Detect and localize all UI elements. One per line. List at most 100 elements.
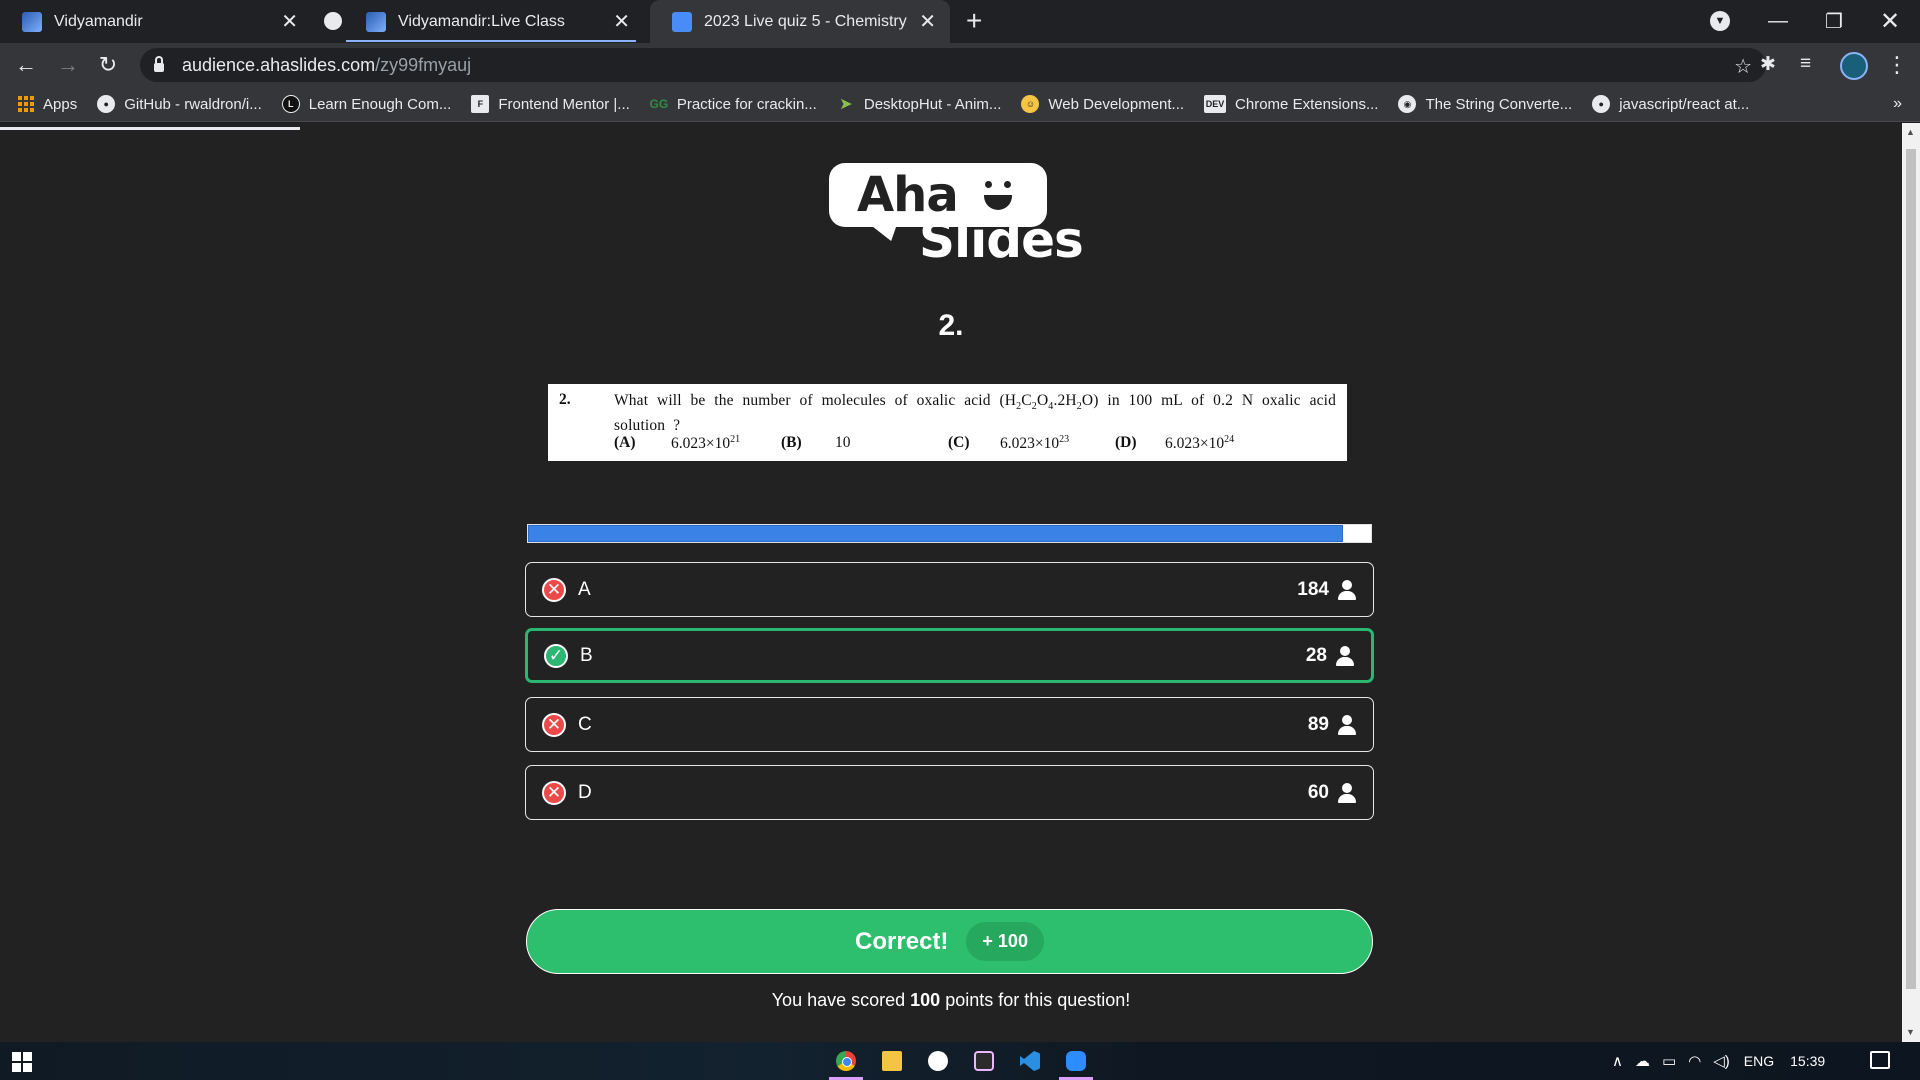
minimize-button[interactable]: — [1750,0,1806,43]
chrome-icon[interactable] [823,1042,869,1080]
option-exponent: 23 [1059,434,1070,445]
close-tab-icon[interactable]: ✕ [281,12,298,32]
bookmark-frontend-mentor[interactable]: F Frontend Mentor |... [471,95,630,113]
tab-title: Vidyamandir [54,12,143,30]
tab-title: Vidyamandir:Live Class [398,12,565,30]
question-card-number: 2. [559,391,571,408]
info-app-icon[interactable] [915,1042,961,1080]
file-explorer-icon[interactable] [869,1042,915,1080]
question-image: 2. What will be the number of molecules … [548,384,1347,461]
dev-icon: DEV [1204,95,1227,113]
quiz-page: Aha Slides 2. 2. What will be the number… [0,123,1902,1042]
github-icon: ● [1592,95,1611,113]
wifi-icon[interactable]: ◠ [1688,1052,1701,1070]
page-load-progress [0,127,300,130]
frontend-mentor-icon: F [471,95,490,113]
practice-icon: GG [649,97,669,111]
bookmark-label: GitHub - rwaldron/i... [124,95,262,113]
media-control-icon[interactable]: ≡ [1800,53,1811,75]
option-label-b: (B) [781,434,802,451]
web-dev-icon: ☺ [1021,95,1040,113]
address-bar[interactable]: audience.ahaslides.com/zy99fmyauj ☆ [140,48,1766,82]
url-path: /zy99fmyauj [375,54,472,75]
bookmark-label: Learn Enough Com... [308,95,452,113]
person-icon [1337,714,1357,736]
smiley-face-icon [981,181,1015,215]
onedrive-cloud-icon[interactable]: ☁ [1635,1052,1650,1070]
bookmark-string-converter[interactable]: ◉ The String Converte... [1398,95,1572,113]
option-value-c: 6.023×1023 [1000,434,1069,453]
new-tab-button[interactable]: + [966,6,982,36]
bookmark-web-development[interactable]: ☺ Web Development... [1021,95,1184,113]
more-bookmarks-icon[interactable]: » [1893,95,1902,113]
tab-search-icon[interactable]: ▼ [1710,11,1730,31]
extensions-icon[interactable]: ✱ [1760,53,1776,76]
clock-time[interactable]: 15:39 [1790,1053,1825,1069]
close-window-button[interactable]: ✕ [1862,0,1918,43]
answer-count: 28 [1305,644,1327,666]
menu-icon[interactable]: ⋮ [1886,52,1908,78]
bookmark-star-icon[interactable]: ☆ [1734,54,1752,79]
bookmark-practice[interactable]: GG Practice for crackin... [649,95,817,113]
string-converter-icon: ◉ [1398,95,1417,113]
answer-letter: C [578,713,592,735]
bookmark-label: Practice for crackin... [676,95,817,113]
notifications-icon[interactable] [1870,1051,1890,1069]
url-host: audience.ahaslides.com [182,54,376,75]
bookmark-desktophut[interactable]: ➤ DesktopHut - Anim... [837,95,1001,114]
learn-enough-icon: L [281,95,300,113]
option-label-d: (D) [1115,434,1137,451]
close-tab-icon[interactable]: ✕ [919,12,936,32]
response-progress-bar [527,524,1372,543]
zoom-icon[interactable] [1053,1042,1099,1080]
vscode-icon[interactable] [1007,1042,1053,1080]
option-mantissa: 6.023×10 [1165,435,1225,453]
tab-vidyamandir[interactable]: Vidyamandir ✕ [0,0,312,43]
apps-grid-icon [18,96,34,112]
question-number: 2. [938,309,964,342]
lock-icon[interactable] [154,56,164,72]
person-icon [1337,782,1357,804]
answer-letter: A [578,578,591,600]
scrollbar-thumb[interactable] [1906,149,1916,989]
tab-live-class[interactable]: Vidyamandir:Live Class ✕ [344,0,644,43]
wrong-cross-icon: ✕ [542,780,566,805]
close-tab-icon[interactable]: ✕ [613,12,630,32]
volume-icon[interactable]: ◁) [1713,1052,1730,1070]
option-value-d: 6.023×1024 [1165,434,1234,453]
terminal-icon[interactable] [961,1042,1007,1080]
bookmark-github-rwaldron[interactable]: ● GitHub - rwaldron/i... [97,95,262,113]
battery-icon[interactable]: ▭ [1662,1052,1676,1070]
option-mantissa: 6.023×10 [671,435,731,453]
windows-taskbar: ∧ ☁ ▭ ◠ ◁) ENG 15:39 [0,1042,1920,1080]
bookmark-learn-enough[interactable]: L Learn Enough Com... [281,95,452,113]
feedback-title: Correct! [855,927,949,955]
bookmark-chrome-extensions[interactable]: DEV Chrome Extensions... [1204,95,1378,113]
url-text[interactable]: audience.ahaslides.com/zy99fmyauj [182,55,471,76]
restore-button[interactable]: ❐ [1806,0,1862,43]
profile-avatar[interactable] [1840,52,1868,80]
tab-ahaslides-quiz[interactable]: 2023 Live quiz 5 - Chemistry (9 m ✕ [650,0,950,43]
forward-arrow-icon[interactable]: → [54,51,82,79]
logo-text-bottom: Slides [919,211,1084,269]
option-exponent: 21 [730,434,741,445]
reload-icon[interactable]: ↻ [94,51,122,79]
question-text: What will be the number of molecules of … [614,392,1337,435]
back-arrow-icon[interactable]: ← [12,51,40,79]
input-language[interactable]: ENG [1744,1053,1774,1069]
answer-letter: D [578,781,592,803]
option-value-a: 6.023×1021 [671,434,740,453]
bookmark-label: Web Development... [1048,95,1185,113]
page-scrollbar[interactable]: ▲ ▼ [1902,123,1920,1042]
scroll-up-arrow-icon[interactable]: ▲ [1906,127,1915,137]
bookmark-apps[interactable]: Apps [18,96,77,113]
ahaslides-logo: Aha Slides [828,163,1084,273]
answer-letter: B [580,644,593,666]
bookmark-javascript-react[interactable]: ● javascript/react at... [1592,95,1749,113]
scroll-down-arrow-icon[interactable]: ▼ [1906,1027,1915,1037]
score-value: 100 [910,990,941,1010]
windows-start-icon[interactable] [12,1052,32,1072]
wrong-cross-icon: ✕ [542,712,566,737]
answer-option-c: ✕ C 89 [525,697,1374,752]
show-hidden-icons-chevron-icon[interactable]: ∧ [1612,1052,1623,1070]
